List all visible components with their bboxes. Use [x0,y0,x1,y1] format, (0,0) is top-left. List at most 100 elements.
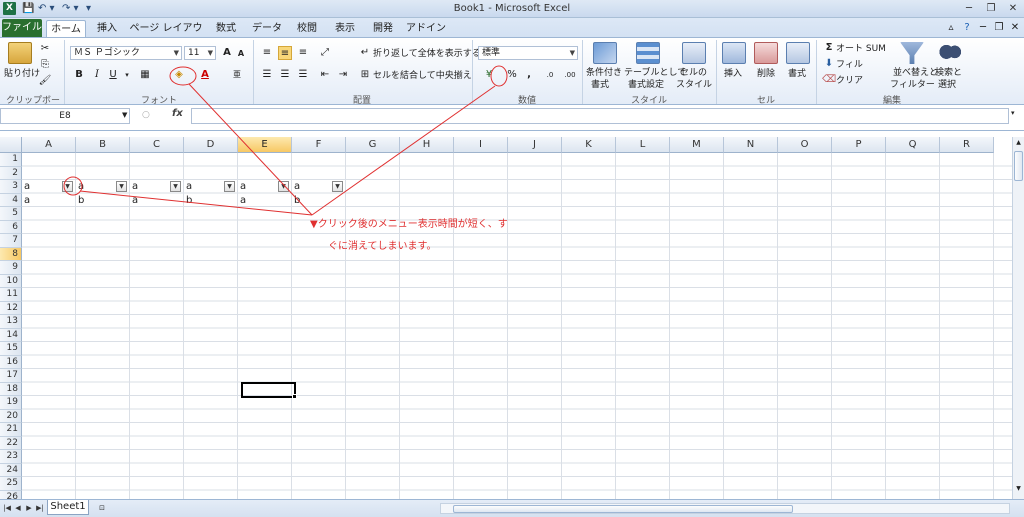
format-cells-icon[interactable] [786,42,810,64]
row-header[interactable]: 9 [0,261,22,275]
conditional-formatting-icon[interactable] [593,42,617,64]
row-header[interactable]: 19 [0,396,22,410]
select-all-corner[interactable] [0,137,22,153]
cell-row4[interactable]: a [24,194,30,207]
cell-row3[interactable]: a [294,180,300,193]
close-button[interactable]: ✕ [1004,2,1022,15]
underline-button[interactable]: U [106,68,120,82]
bold-button[interactable]: B [72,68,86,82]
row-header[interactable]: 10 [0,274,22,288]
wrap-text-icon[interactable]: ↵ [358,46,372,60]
formula-input[interactable] [191,108,1009,124]
column-header[interactable]: K [562,137,616,153]
help-icon[interactable]: ? [960,21,974,35]
column-header[interactable]: D [184,137,238,153]
tab-review[interactable]: 校閲 [290,20,324,37]
merge-center-icon[interactable]: ⊞ [358,68,372,82]
format-as-table-icon[interactable] [636,42,660,64]
column-header[interactable]: F [292,137,346,153]
copy-icon[interactable]: ⎘ [38,58,52,72]
row-header[interactable]: 2 [0,166,22,180]
row-header[interactable]: 17 [0,369,22,383]
tab-developer[interactable]: 開発 [366,20,400,37]
column-header[interactable]: G [346,137,400,153]
comma-button[interactable]: , [522,68,536,82]
doc-restore-icon[interactable]: ❐ [992,21,1006,35]
filter-dropdown-button[interactable]: ▼ [62,181,73,192]
row-header[interactable]: 20 [0,409,22,423]
doc-minimize-icon[interactable]: ─ [976,21,990,35]
align-middle-icon[interactable]: ≡ [278,46,292,60]
column-header[interactable]: Q [886,137,940,153]
filter-dropdown-button[interactable]: ▼ [170,181,181,192]
tab-insert[interactable]: 挿入 [90,20,124,37]
column-header[interactable]: O [778,137,832,153]
cell-row3[interactable]: a [24,180,30,193]
row-header[interactable]: 5 [0,207,22,221]
minimize-button[interactable]: ─ [960,2,978,15]
vertical-scrollbar[interactable]: ▲ ▼ [1012,137,1024,499]
filter-dropdown-button[interactable]: ▼ [224,181,235,192]
row-header[interactable]: 16 [0,355,22,369]
row-header[interactable]: 7 [0,234,22,248]
format-cells-button[interactable]: 書式 [788,68,806,80]
cell-row3[interactable]: a [78,180,84,193]
row-header[interactable]: 3 [0,180,22,194]
cell-row3[interactable]: a [132,180,138,193]
phonetic-icon[interactable]: 亜 [230,68,244,82]
cancel-icon[interactable]: ○ [142,110,150,120]
vertical-scroll-thumb[interactable] [1014,151,1023,181]
font-name-combo[interactable]: ＭＳ Ｐゴシック ▼ [70,46,182,60]
column-header[interactable]: B [76,137,130,153]
cell-row3[interactable]: a [186,180,192,193]
scroll-down-icon[interactable]: ▼ [1014,485,1023,495]
column-header[interactable]: I [454,137,508,153]
cut-icon[interactable]: ✂ [38,42,52,56]
column-header[interactable]: N [724,137,778,153]
column-header[interactable]: A [22,137,76,153]
last-sheet-icon[interactable]: ▶| [35,503,45,514]
currency-icon[interactable]: ¥ [482,68,496,82]
fill-color-icon[interactable]: ◈ [172,68,186,82]
find-select-icon[interactable] [938,42,962,64]
chevron-down-icon[interactable]: ▼ [122,111,127,119]
cell-styles-icon[interactable] [682,42,706,64]
first-sheet-icon[interactable]: |◀ [2,503,12,514]
cell-styles-button[interactable]: セルの [680,67,707,79]
font-size-combo[interactable]: 11 ▼ [184,46,216,60]
paste-icon[interactable] [8,42,32,64]
clear-icon[interactable]: ⌫ [822,73,836,87]
column-header[interactable]: P [832,137,886,153]
decrease-decimal-icon[interactable]: .00 [563,68,577,82]
row-header[interactable]: 23 [0,450,22,464]
row-header[interactable]: 15 [0,342,22,356]
italic-button[interactable]: I [90,68,104,82]
row-header[interactable]: 18 [0,382,22,396]
decrease-indent-icon[interactable]: ⇤ [318,68,332,82]
find-select-button[interactable]: 検索と [935,67,962,79]
row-header[interactable]: 13 [0,315,22,329]
filter-dropdown-button[interactable]: ▼ [278,181,289,192]
increase-decimal-icon[interactable]: .0 [543,68,557,82]
horizontal-scroll-thumb[interactable] [453,505,793,513]
cell-row4[interactable]: b [294,194,300,207]
next-sheet-icon[interactable]: ▶ [24,503,34,514]
restore-button[interactable]: ❐ [982,2,1000,15]
tab-data[interactable]: データ [248,20,286,37]
cell-row4[interactable]: a [240,194,246,207]
sort-filter-button[interactable]: 並べ替えと [893,67,938,79]
format-as-table-button[interactable]: テーブルとして [624,67,686,79]
align-top-icon[interactable]: ≡ [260,46,274,60]
sheet-tab-sheet1[interactable]: Sheet1 [47,500,89,515]
cell-row4[interactable]: a [132,194,138,207]
delete-cells-button[interactable]: 削除 [757,68,775,80]
filter-dropdown-button[interactable]: ▼ [116,181,127,192]
row-header[interactable]: 26 [0,490,22,499]
conditional-formatting-button[interactable]: 条件付き [586,67,622,79]
active-cell-e8[interactable] [241,382,297,399]
merge-center-button[interactable]: セルを結合して中央揃え [373,70,472,82]
clear-button[interactable]: クリア [836,75,863,87]
format-painter-icon[interactable]: 🖌 [38,74,52,88]
row-header[interactable]: 11 [0,288,22,302]
scroll-up-icon[interactable]: ▲ [1014,139,1023,149]
